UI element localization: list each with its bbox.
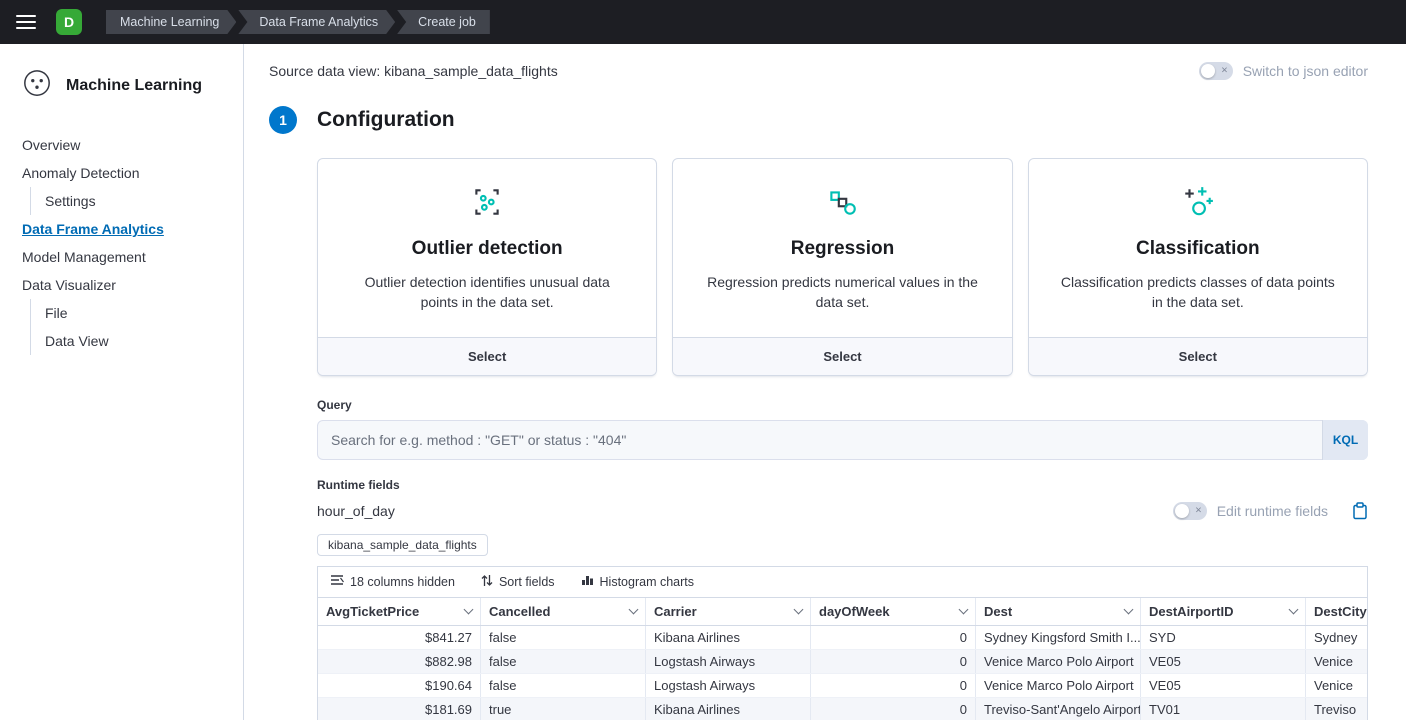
chevron-down-icon: [1289, 605, 1299, 615]
card-title: Outlier detection: [348, 238, 626, 260]
column-header-dayofweek[interactable]: dayOfWeek: [811, 598, 976, 625]
grid-body: $841.27 false Kibana Airlines 0 Sydney K…: [318, 626, 1367, 720]
step-title: Configuration: [317, 108, 455, 132]
breadcrumb-create-job[interactable]: Create job: [397, 10, 490, 34]
grid-toolbar: 18 columns hidden Sort fields: [318, 567, 1367, 598]
edit-runtime-fields-toggle[interactable]: ×: [1173, 502, 1207, 520]
main-content: Source data view: kibana_sample_data_fli…: [244, 44, 1406, 720]
sidebar-title: Machine Learning: [66, 77, 202, 95]
histogram-icon: [581, 574, 594, 589]
json-editor-toggle[interactable]: ×: [1199, 62, 1233, 80]
toggle-off-icon: ×: [1195, 505, 1201, 516]
sidebar-item-model-management[interactable]: Model Management: [0, 243, 243, 271]
breadcrumb: Machine Learning Data Frame Analytics Cr…: [106, 10, 490, 34]
chevron-down-icon: [1124, 605, 1134, 615]
table-row: $181.69 true Kibana Airlines 0 Treviso-S…: [318, 698, 1367, 720]
menu-icon[interactable]: [16, 15, 36, 29]
machine-learning-app-icon: [22, 68, 52, 103]
grid-header-row: AvgTicketPrice Cancelled Carrier dayOfWe…: [318, 598, 1367, 626]
job-type-cards: Outlier detection Outlier detection iden…: [317, 158, 1368, 376]
sort-icon: [481, 574, 493, 590]
top-header: D Machine Learning Data Frame Analytics …: [0, 0, 1406, 44]
sidebar-item-anomaly-detection[interactable]: Anomaly Detection: [0, 159, 243, 187]
histogram-charts-button[interactable]: Histogram charts: [581, 574, 694, 589]
chevron-down-icon: [464, 605, 474, 615]
breadcrumb-machine-learning[interactable]: Machine Learning: [106, 10, 236, 34]
deployment-badge[interactable]: D: [56, 9, 82, 35]
classification-card[interactable]: Classification Classification predicts c…: [1028, 158, 1368, 376]
column-header-avgticketprice[interactable]: AvgTicketPrice: [318, 598, 481, 625]
card-description: Classification predicts classes of data …: [1059, 272, 1337, 313]
table-row: $841.27 false Kibana Airlines 0 Sydney K…: [318, 626, 1367, 650]
query-search-input[interactable]: [317, 420, 1322, 460]
columns-hidden-button[interactable]: 18 columns hidden: [330, 574, 455, 589]
regression-card[interactable]: Regression Regression predicts numerical…: [672, 158, 1012, 376]
runtime-fields-label: Runtime fields: [317, 478, 1368, 492]
step-number-badge: 1: [269, 106, 297, 134]
column-header-cancelled[interactable]: Cancelled: [481, 598, 646, 625]
card-description: Regression predicts numerical values in …: [703, 272, 981, 313]
column-header-destcityname[interactable]: DestCityN: [1306, 598, 1367, 625]
source-data-grid: 18 columns hidden Sort fields: [317, 566, 1368, 720]
card-title: Regression: [703, 238, 981, 260]
sidebar-item-data-frame-analytics[interactable]: Data Frame Analytics: [0, 215, 243, 243]
runtime-field-name: hour_of_day: [317, 503, 395, 519]
query-language-button[interactable]: KQL: [1322, 420, 1368, 460]
card-description: Outlier detection identifies unusual dat…: [348, 272, 626, 313]
outlier-detection-select-button[interactable]: Select: [318, 337, 656, 375]
table-row: $190.64 false Logstash Airways 0 Venice …: [318, 674, 1367, 698]
query-label: Query: [317, 398, 1368, 412]
outlier-detection-card[interactable]: Outlier detection Outlier detection iden…: [317, 158, 657, 376]
outlier-detection-icon: [470, 206, 504, 223]
source-data-view-label: Source data view: kibana_sample_data_fli…: [269, 63, 558, 79]
query-bar: KQL: [317, 420, 1368, 460]
regression-select-button[interactable]: Select: [673, 337, 1011, 375]
regression-icon: [825, 206, 859, 223]
column-header-dest[interactable]: Dest: [976, 598, 1141, 625]
table-row: $882.98 false Logstash Airways 0 Venice …: [318, 650, 1367, 674]
classification-select-button[interactable]: Select: [1029, 337, 1367, 375]
hidden-columns-icon: [330, 574, 344, 589]
sidebar-item-data-visualizer[interactable]: Data Visualizer: [0, 271, 243, 299]
copy-clipboard-icon[interactable]: [1352, 502, 1368, 520]
column-header-carrier[interactable]: Carrier: [646, 598, 811, 625]
json-editor-toggle-label: Switch to json editor: [1243, 63, 1368, 79]
sort-fields-button[interactable]: Sort fields: [481, 574, 555, 590]
sidebar-item-settings[interactable]: Settings: [30, 187, 243, 215]
toggle-off-icon: ×: [1221, 65, 1227, 76]
chevron-down-icon: [629, 605, 639, 615]
breadcrumb-data-frame-analytics[interactable]: Data Frame Analytics: [238, 10, 395, 34]
data-view-badge: kibana_sample_data_flights: [317, 534, 488, 556]
classification-icon: [1181, 206, 1215, 223]
chevron-down-icon: [959, 605, 969, 615]
card-title: Classification: [1059, 238, 1337, 260]
sidebar-item-file[interactable]: File: [30, 299, 243, 327]
column-header-destairportid[interactable]: DestAirportID: [1141, 598, 1306, 625]
sidebar: Machine Learning Overview Anomaly Detect…: [0, 44, 244, 720]
edit-runtime-fields-label: Edit runtime fields: [1217, 503, 1328, 519]
sidebar-item-overview[interactable]: Overview: [0, 131, 243, 159]
chevron-down-icon: [794, 605, 804, 615]
sidebar-item-data-view[interactable]: Data View: [30, 327, 243, 355]
